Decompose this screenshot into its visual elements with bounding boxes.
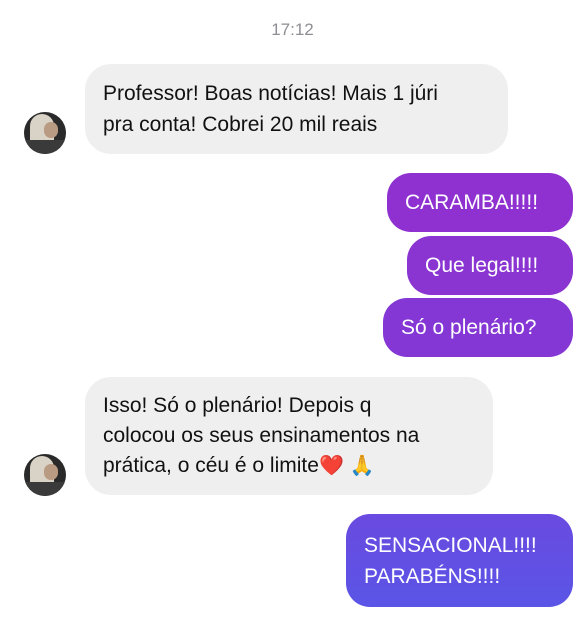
folded-hands-emoji-icon: 🙏	[349, 455, 375, 477]
message-timestamp: 17:12	[271, 20, 314, 39]
outgoing-message-bubble[interactable]: CARAMBA!!!!!	[387, 173, 573, 232]
contact-avatar[interactable]	[24, 454, 66, 496]
outgoing-message-bubble[interactable]: Só o plenário?	[383, 298, 573, 357]
message-text-line: Que legal!!!!	[425, 254, 539, 277]
incoming-message-bubble[interactable]: Isso! Só o plenário! Depois q colocou os…	[85, 377, 493, 495]
message-text-line: Professor! Boas notícias! Mais 1 júri	[103, 82, 438, 105]
message-text-line: prática, o céu é o limite❤️ 🙏	[103, 451, 475, 481]
red-heart-emoji-icon: ❤️	[318, 455, 344, 477]
message-text-line: colocou os seus ensinamentos na	[103, 424, 420, 447]
message-text-fragment: prática, o céu é o limite	[103, 454, 319, 477]
message-text-line: CARAMBA!!!!!	[405, 191, 539, 214]
outgoing-message-bubble[interactable]: SENSACIONAL!!!! PARABÉNS!!!!	[346, 514, 573, 607]
message-text-line: pra conta! Cobrei 20 mil reais	[103, 113, 378, 136]
message-text-line: PARABÉNS!!!!	[364, 565, 501, 588]
message-text-line: SENSACIONAL!!!!	[364, 534, 537, 557]
message-text-line: Isso! Só o plenário! Depois q	[103, 394, 372, 417]
outgoing-message-bubble[interactable]: Que legal!!!!	[407, 236, 573, 295]
incoming-message-bubble[interactable]: Professor! Boas notícias! Mais 1 júri pr…	[85, 64, 508, 154]
contact-avatar[interactable]	[24, 112, 66, 154]
message-text-line: Só o plenário?	[401, 316, 537, 339]
